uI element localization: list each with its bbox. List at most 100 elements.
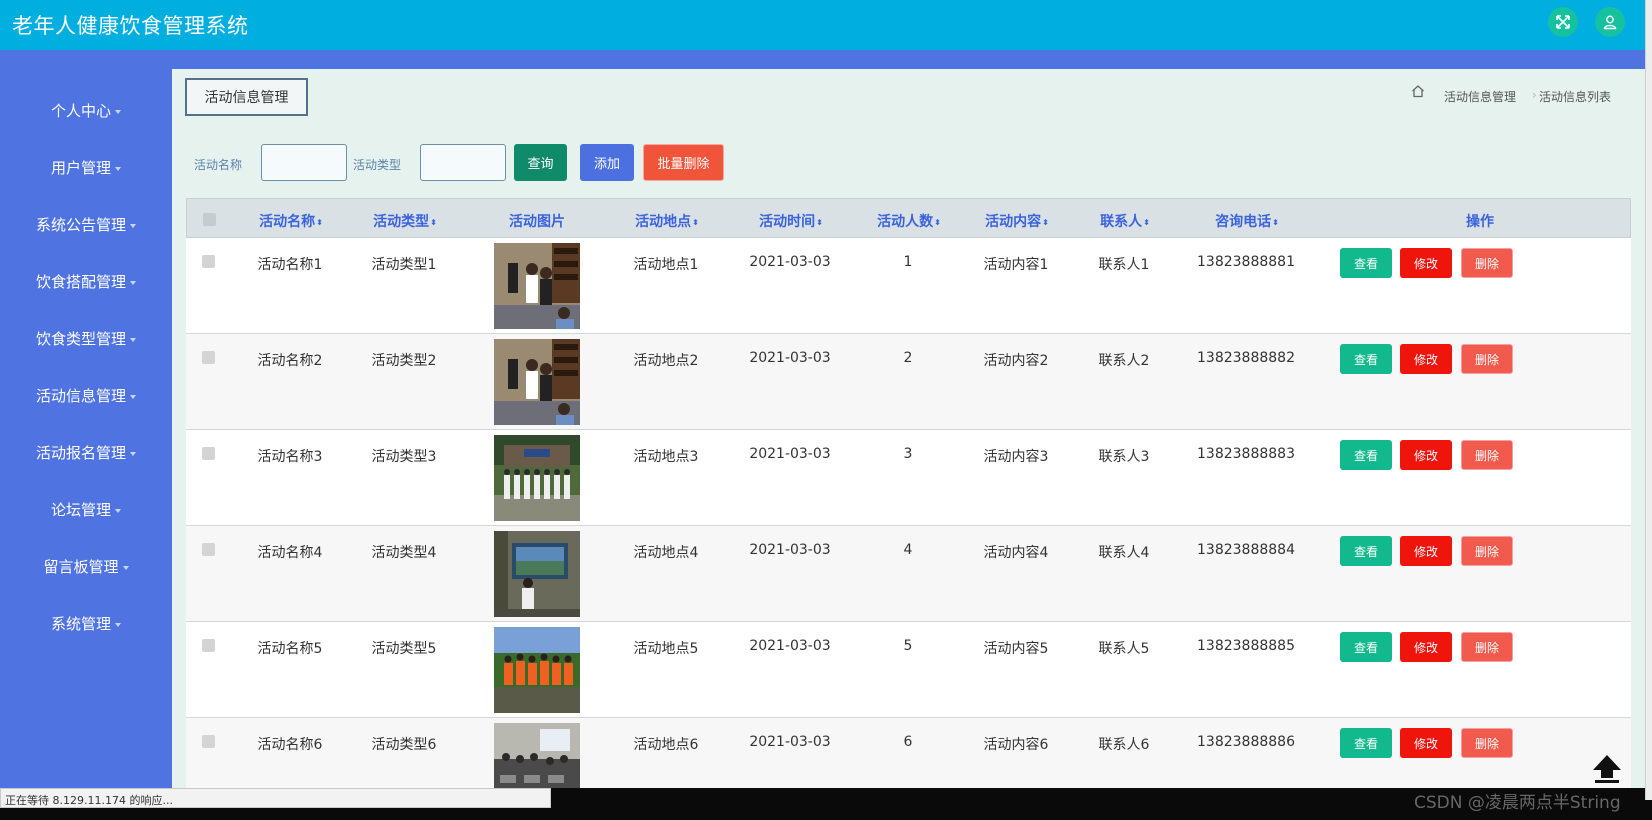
sidebar-item-diet-plans[interactable]: 饮食搭配管理 xyxy=(0,271,172,292)
column-header-place[interactable]: 活动地点⬍ xyxy=(635,211,699,231)
cell-contact: 联系人2 xyxy=(1098,353,1150,369)
row-checkbox[interactable] xyxy=(202,351,215,364)
cell-contact: 联系人3 xyxy=(1098,449,1150,465)
cell-time: 2021-03-03 xyxy=(749,350,831,366)
sidebar-item-label: 个人中心 xyxy=(50,102,111,120)
column-header-phone[interactable]: 咨询电话⬍ xyxy=(1215,211,1279,231)
cell-time: 2021-03-03 xyxy=(749,254,831,270)
cell-count: 1 xyxy=(903,254,913,270)
cell-place: 活动地点5 xyxy=(633,641,699,657)
activity-image xyxy=(494,435,580,521)
cell-phone: 13823888883 xyxy=(1197,446,1295,462)
caret-down-icon xyxy=(115,166,121,171)
cell-content: 活动内容4 xyxy=(983,545,1049,561)
view-button[interactable]: 查看 xyxy=(1340,440,1392,470)
sidebar-item-label: 饮食类型管理 xyxy=(35,330,126,348)
cell-count: 6 xyxy=(903,734,913,750)
query-button[interactable]: 查询 xyxy=(514,144,567,181)
cell-phone: 13823888884 xyxy=(1197,542,1295,558)
delete-button[interactable]: 删除 xyxy=(1461,248,1513,278)
activity-name-input[interactable] xyxy=(261,144,347,181)
sidebar-item-message-board[interactable]: 留言板管理 xyxy=(0,556,172,577)
batch-delete-button[interactable]: 批量删除 xyxy=(643,144,724,181)
cell-type: 活动类型6 xyxy=(371,737,437,753)
row-checkbox[interactable] xyxy=(202,735,215,748)
sort-icon: ⬍ xyxy=(816,217,823,227)
cell-name: 活动名称6 xyxy=(257,737,323,753)
cell-place: 活动地点3 xyxy=(633,449,699,465)
column-header-image: 活动图片 xyxy=(509,214,565,230)
sidebar-item-personal-center[interactable]: 个人中心 xyxy=(0,100,172,121)
delete-button[interactable]: 删除 xyxy=(1461,536,1513,566)
edit-button[interactable]: 修改 xyxy=(1400,632,1452,662)
row-checkbox[interactable] xyxy=(202,639,215,652)
sidebar-item-forum[interactable]: 论坛管理 xyxy=(0,499,172,520)
cell-content: 活动内容5 xyxy=(983,641,1049,657)
row-checkbox[interactable] xyxy=(202,447,215,460)
breadcrumb-separator: › xyxy=(1532,88,1537,102)
row-checkbox[interactable] xyxy=(202,543,215,556)
cell-type: 活动类型2 xyxy=(371,353,437,369)
cell-content: 活动内容2 xyxy=(983,353,1049,369)
view-button[interactable]: 查看 xyxy=(1340,344,1392,374)
edit-button[interactable]: 修改 xyxy=(1400,248,1452,278)
view-button[interactable]: 查看 xyxy=(1340,632,1392,662)
view-button[interactable]: 查看 xyxy=(1340,248,1392,278)
sidebar-item-system[interactable]: 系统管理 xyxy=(0,613,172,634)
delete-button[interactable]: 删除 xyxy=(1461,632,1513,662)
caret-down-icon xyxy=(115,508,121,513)
sort-icon: ⬍ xyxy=(1143,217,1150,227)
cell-count: 5 xyxy=(903,638,913,654)
user-icon[interactable] xyxy=(1595,7,1625,37)
table-header: 活动名称⬍ 活动类型⬍ 活动图片 活动地点⬍ 活动时间⬍ 活动人数⬍ 活动内容⬍… xyxy=(186,198,1631,238)
sidebar-item-announcements[interactable]: 系统公告管理 xyxy=(0,214,172,235)
breadcrumb-level1[interactable]: 活动信息管理 xyxy=(1444,88,1516,105)
edit-button[interactable]: 修改 xyxy=(1400,536,1452,566)
column-header-time[interactable]: 活动时间⬍ xyxy=(759,211,823,231)
edit-button[interactable]: 修改 xyxy=(1400,440,1452,470)
edit-button[interactable]: 修改 xyxy=(1400,344,1452,374)
table-row: 活动名称3 活动类型3 活动地点3 2021-03-03 3 活动内容3 联系人… xyxy=(186,430,1631,526)
sidebar-item-label: 用户管理 xyxy=(50,159,111,177)
fullscreen-icon[interactable] xyxy=(1548,7,1578,37)
view-button[interactable]: 查看 xyxy=(1340,728,1392,758)
column-header-name[interactable]: 活动名称⬍ xyxy=(259,211,323,231)
cell-name: 活动名称5 xyxy=(257,641,323,657)
sidebar-item-diet-types[interactable]: 饮食类型管理 xyxy=(0,328,172,349)
cell-type: 活动类型5 xyxy=(371,641,437,657)
delete-button[interactable]: 删除 xyxy=(1461,344,1513,374)
delete-button[interactable]: 删除 xyxy=(1461,440,1513,470)
delete-button[interactable]: 删除 xyxy=(1461,728,1513,758)
add-button[interactable]: 添加 xyxy=(580,144,634,181)
column-header-type[interactable]: 活动类型⬍ xyxy=(373,211,437,231)
cell-time: 2021-03-03 xyxy=(749,446,831,462)
sidebar-item-users[interactable]: 用户管理 xyxy=(0,157,172,178)
select-all-checkbox[interactable] xyxy=(203,213,216,226)
sort-icon: ⬍ xyxy=(1042,217,1049,227)
column-header-count[interactable]: 活动人数⬍ xyxy=(877,211,941,231)
sidebar-item-registrations[interactable]: 活动报名管理 xyxy=(0,442,172,463)
activity-image xyxy=(494,723,580,788)
table-row: 活动名称4 活动类型4 活动地点4 2021-03-03 4 活动内容4 联系人… xyxy=(186,526,1631,622)
app-title: 老年人健康饮食管理系统 xyxy=(12,14,249,38)
activity-type-label: 活动类型 xyxy=(353,158,402,172)
cell-phone: 13823888881 xyxy=(1197,254,1295,270)
sidebar-item-activities[interactable]: 活动信息管理 xyxy=(0,385,172,406)
section-title: 活动信息管理 xyxy=(185,78,308,116)
scroll-to-top-icon[interactable] xyxy=(1589,750,1625,786)
column-header-actions: 操作 xyxy=(1466,214,1494,230)
page-scrollbar[interactable] xyxy=(1645,0,1652,800)
breadcrumb-level2: 活动信息列表 xyxy=(1539,90,1612,104)
view-button[interactable]: 查看 xyxy=(1340,536,1392,566)
activity-type-input[interactable] xyxy=(420,144,506,181)
sidebar-item-label: 系统管理 xyxy=(50,615,111,633)
column-header-contact[interactable]: 联系人⬍ xyxy=(1100,211,1150,231)
cell-content: 活动内容1 xyxy=(983,257,1049,273)
cell-contact: 联系人6 xyxy=(1098,737,1150,753)
home-icon[interactable] xyxy=(1411,84,1425,101)
activity-name-label: 活动名称 xyxy=(194,158,243,172)
column-header-content[interactable]: 活动内容⬍ xyxy=(985,211,1049,231)
edit-button[interactable]: 修改 xyxy=(1400,728,1452,758)
row-checkbox[interactable] xyxy=(202,255,215,268)
caret-down-icon xyxy=(130,394,136,399)
